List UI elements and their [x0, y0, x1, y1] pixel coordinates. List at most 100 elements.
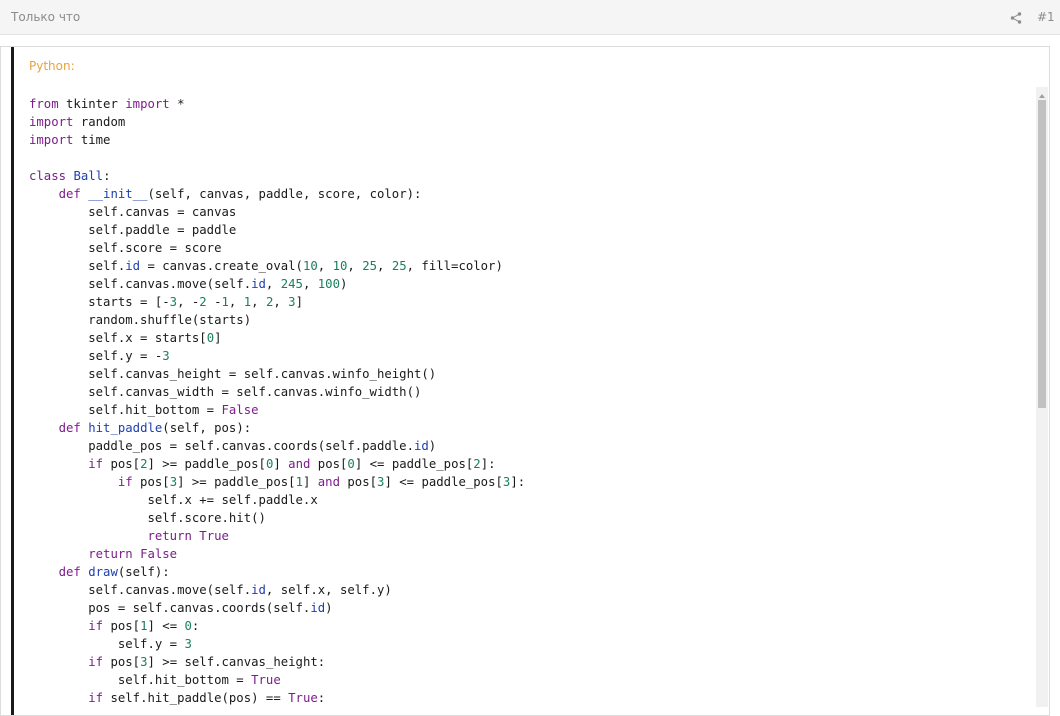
code-line: self.hit_bottom = False [29, 401, 1034, 419]
code-token: 25 [391, 259, 407, 273]
post-number-link[interactable]: #1 [1037, 10, 1055, 24]
code-token: id [413, 439, 429, 453]
code-line: pos = self.canvas.coords(self.id) [29, 599, 1034, 617]
share-icon-glyph [1010, 12, 1022, 24]
code-token: ] [295, 295, 303, 309]
code-line: if pos[2] >= paddle_pos[0] and pos[0] <=… [29, 455, 1034, 473]
code-token: = canvas.create_oval( [140, 259, 303, 273]
code-line: paddle_pos = self.canvas.coords(self.pad… [29, 437, 1034, 455]
code-token: 2 [473, 457, 481, 471]
code-token: self.score.hit() [29, 511, 266, 525]
code-line: self.paddle = paddle [29, 221, 1034, 239]
code-token: time [73, 133, 111, 147]
code-token: pos[ [310, 457, 348, 471]
code-line: self.score.hit() [29, 509, 1034, 527]
code-token: self.hit_bottom = [29, 673, 252, 687]
code-token: pos[ [103, 619, 141, 633]
code-token: if [88, 619, 104, 633]
share-icon[interactable] [1009, 10, 1023, 24]
code-token: random.shuffle(starts) [29, 313, 252, 327]
code-token: ] <= paddle_pos[ [384, 475, 503, 489]
code-line: class Ball: [29, 167, 1034, 185]
code-token: , self.x, self.y) [265, 583, 392, 597]
code-token: if [88, 655, 104, 669]
code-token: * [169, 97, 185, 111]
code-token: , [251, 295, 266, 309]
code-token: 3 [169, 475, 178, 489]
code-token: ) [428, 439, 437, 453]
code-token: ]: [480, 457, 496, 471]
code-line: def __init__(self, canvas, paddle, score… [29, 185, 1034, 203]
code-token: , [273, 295, 289, 309]
code-token: 1 [295, 475, 303, 489]
post-header: Только что #1 [0, 0, 1060, 35]
code-token: (self, pos): [162, 421, 252, 435]
code-token: 1 [221, 295, 229, 309]
code-token: : [103, 169, 111, 183]
code-scrollbar[interactable] [1036, 87, 1048, 707]
code-token: from [29, 97, 59, 111]
code-line: self.x += self.paddle.x [29, 491, 1034, 509]
code-token: tkinter [58, 97, 126, 111]
code-line: return False [29, 545, 1034, 563]
code-token: ] [302, 475, 318, 489]
code-token: ] [214, 331, 222, 345]
code-line: def draw(self): [29, 563, 1034, 581]
code-token: self.hit_paddle(pos) == [103, 691, 289, 705]
code-token: ] >= self.canvas_height: [147, 655, 326, 669]
code-token: True [288, 691, 318, 705]
code-token: id [251, 583, 266, 597]
code-token: 25 [362, 259, 377, 273]
post-body: Python: from tkinter import * import rand… [0, 35, 1060, 716]
code-token: self.canvas_height = self.canvas.winfo_h… [29, 367, 437, 381]
code-token: pos = self.canvas.coords(self. [29, 601, 311, 615]
code-token: self.canvas.move(self. [29, 277, 252, 291]
code-token: id [310, 601, 326, 615]
code-content[interactable]: from tkinter import * import random import… [29, 95, 1034, 715]
code-token: Ball [73, 169, 104, 183]
code-token: (self, canvas, paddle, score, color): [147, 187, 422, 201]
code-token: return [147, 529, 192, 543]
code-token: self.canvas.move(self. [29, 583, 252, 597]
code-token: 2 [199, 295, 207, 309]
code-line: self.y = 3 [29, 635, 1034, 653]
scrollbar-thumb[interactable] [1038, 100, 1046, 408]
code-token: paddle_pos = self.canvas.coords(self.pad… [29, 439, 414, 453]
code-token: random [73, 115, 126, 129]
code-token: False [140, 547, 178, 561]
code-line: import random [29, 113, 1034, 131]
code-token: False [221, 403, 259, 417]
code-line: def hit_paddle(self, pos): [29, 419, 1034, 437]
post-time: Только что [11, 10, 81, 24]
code-token: if [117, 475, 133, 489]
code-token: id [251, 277, 266, 291]
code-token: 245 [280, 277, 303, 291]
code-token: 3 [169, 295, 178, 309]
code-token: 3 [288, 295, 296, 309]
code-token: 0 [347, 457, 355, 471]
code-token: __init__ [88, 187, 148, 201]
code-language-label: Python: [29, 59, 75, 73]
code-line: if self.hit_paddle(pos) == True: [29, 689, 1034, 707]
code-token: class [29, 169, 67, 183]
code-token: , [302, 277, 318, 291]
code-token: def [58, 187, 81, 201]
code-token: pos[ [103, 655, 141, 669]
code-token: pos[ [103, 457, 141, 471]
code-token: ] >= paddle_pos[ [147, 457, 266, 471]
code-token: self.score = score [29, 241, 222, 255]
code-token: 3 [184, 637, 192, 651]
code-token: , - [177, 295, 200, 309]
code-token: 3 [162, 349, 170, 363]
code-token: pos[ [340, 475, 378, 489]
code-token: id [125, 259, 141, 273]
code-line: return True [29, 527, 1034, 545]
code-token: pos[ [132, 475, 170, 489]
scroll-up-arrow-icon[interactable] [1036, 87, 1048, 99]
